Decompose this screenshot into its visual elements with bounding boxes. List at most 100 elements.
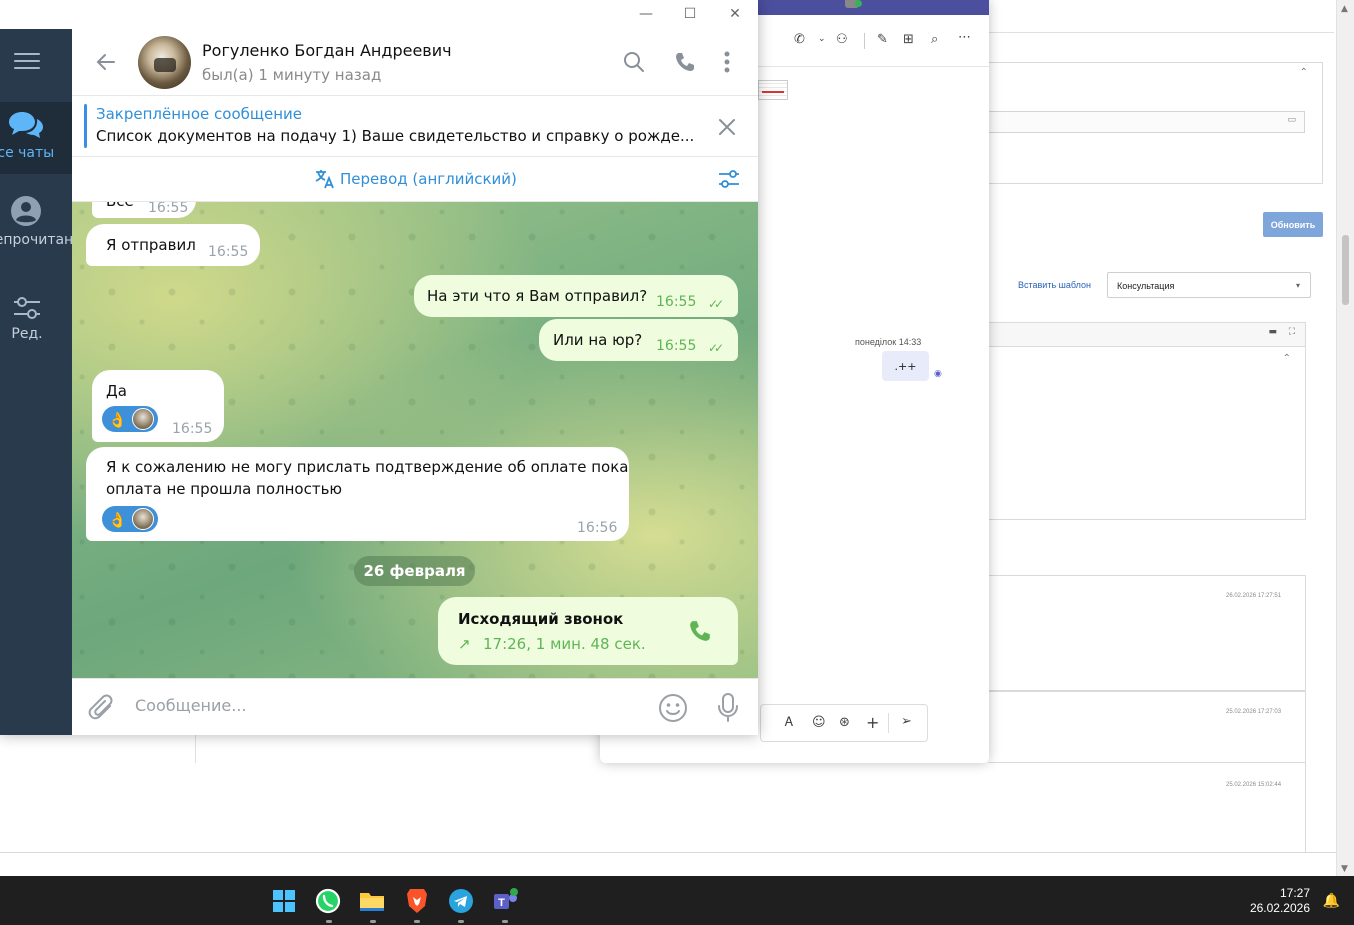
- back-arrow-icon[interactable]: [94, 50, 118, 74]
- pinned-message[interactable]: Закреплённое сообщение Список документов…: [72, 96, 758, 157]
- chat-title[interactable]: Рогуленко Богдан Андреевич: [202, 41, 452, 60]
- avatar: [132, 508, 154, 530]
- call-back-phone-icon[interactable]: [688, 619, 712, 643]
- message-input[interactable]: Сообщение...: [135, 696, 247, 715]
- format-icon[interactable]: Ꭺ: [785, 715, 794, 730]
- translate-bar[interactable]: Перевод (английский): [72, 157, 758, 202]
- seen-icon: ◉: [934, 369, 942, 379]
- translate-label[interactable]: Перевод (английский): [340, 170, 517, 188]
- running-indicator: [326, 920, 332, 923]
- message-time: 16:55: [172, 421, 213, 437]
- send-icon[interactable]: ➢: [901, 714, 912, 729]
- microphone-icon[interactable]: [716, 692, 740, 724]
- user-icon: [11, 196, 41, 226]
- insert-template-link[interactable]: Вставить шаблон: [1018, 280, 1091, 290]
- folder-unread[interactable]: Непрочитано: [0, 187, 82, 277]
- message-incoming[interactable]: Все 16:55: [92, 202, 196, 218]
- template-select-value: Консультация: [1117, 281, 1175, 291]
- message-bubble[interactable]: .++: [882, 351, 929, 381]
- reaction-badge[interactable]: 👌: [102, 406, 158, 432]
- folder-all-chats[interactable]: Все чаты: [0, 102, 72, 174]
- message-time: 16:55: [148, 202, 189, 216]
- notification-bell-icon[interactable]: 🔔: [1323, 893, 1340, 909]
- message-text: Я к сожалению не могу прислать подтвержд…: [106, 458, 629, 476]
- divider: [864, 33, 865, 49]
- call-details: 17:26, 1 мин. 48 сек.: [483, 635, 646, 653]
- running-indicator: [458, 920, 464, 923]
- emoji-icon[interactable]: ☺: [812, 715, 826, 730]
- divider: [888, 713, 889, 733]
- whatsapp-icon[interactable]: [313, 886, 343, 916]
- collapse-icon[interactable]: ⌃: [1300, 67, 1308, 78]
- close-icon[interactable]: ✕: [724, 4, 746, 24]
- message-incoming[interactable]: Я к сожалению не могу прислать подтвержд…: [86, 447, 629, 541]
- message-incoming[interactable]: Я отправил 16:55: [86, 224, 260, 266]
- more-vertical-icon[interactable]: [723, 51, 731, 73]
- clock-time: 17:27: [1279, 886, 1310, 900]
- message-outgoing[interactable]: Или на юр? 16:55 ✓✓: [539, 319, 738, 361]
- more-icon[interactable]: ⋯: [958, 30, 971, 45]
- running-indicator: [502, 920, 508, 923]
- fullscreen-icon[interactable]: ⛶: [1289, 327, 1295, 337]
- message-text: Или на юр?: [553, 331, 643, 349]
- phone-icon[interactable]: [674, 51, 696, 73]
- teams-compose-box[interactable]: Ꭺ ☺ ⊛ + ➢: [760, 704, 928, 742]
- telegram-window: — ☐ ✕ Все чаты Непрочитано: [0, 0, 758, 735]
- close-icon[interactable]: [717, 117, 737, 137]
- telegram-icon[interactable]: [446, 886, 476, 916]
- message-text: На эти что я Вам отправил?: [427, 287, 648, 305]
- crm-date-input[interactable]: ▭: [989, 111, 1305, 133]
- reaction-badge[interactable]: 👌: [102, 506, 158, 532]
- apps-icon[interactable]: ⊞: [903, 32, 914, 47]
- chevron-down-icon: ▾: [1295, 281, 1300, 290]
- folder-edit[interactable]: Ред.: [0, 287, 72, 347]
- collapse-icon[interactable]: ⌃: [1283, 353, 1291, 364]
- add-people-icon[interactable]: ⚇: [836, 32, 848, 47]
- crm-panel: ⌃ ▭: [989, 62, 1323, 184]
- message-composer: Сообщение...: [72, 678, 758, 735]
- hamburger-menu-icon[interactable]: [14, 53, 40, 71]
- keyboard-icon[interactable]: ▬: [1268, 327, 1277, 337]
- sticker-icon[interactable]: ⊛: [839, 715, 850, 730]
- ok-hand-emoji: 👌: [108, 411, 127, 429]
- page-scrollbar[interactable]: ▲ ▼: [1336, 0, 1354, 876]
- outgoing-arrow-icon: ↗: [458, 635, 471, 653]
- chevron-down-icon[interactable]: ⌄: [818, 34, 826, 44]
- search-icon[interactable]: ⌕: [931, 32, 938, 47]
- avatar[interactable]: [138, 36, 191, 89]
- brave-icon[interactable]: [402, 886, 432, 916]
- message-incoming[interactable]: Да 👌 16:55: [92, 370, 224, 442]
- search-icon[interactable]: [623, 51, 645, 73]
- minimize-icon[interactable]: —: [635, 4, 657, 24]
- scroll-down-icon[interactable]: ▼: [1341, 864, 1348, 874]
- translate-settings-icon[interactable]: [717, 168, 741, 190]
- ok-hand-emoji: 👌: [108, 511, 127, 529]
- emoji-icon[interactable]: [658, 693, 688, 723]
- plus-icon[interactable]: +: [866, 713, 879, 732]
- scrollbar-thumb[interactable]: [1342, 235, 1349, 305]
- attach-icon[interactable]: [88, 693, 116, 723]
- call-message[interactable]: Исходящий звонок ↗ 17:26, 1 мин. 48 сек.: [438, 597, 738, 665]
- update-button[interactable]: Обновить: [1263, 212, 1323, 237]
- scroll-up-icon[interactable]: ▲: [1341, 4, 1348, 14]
- phone-icon[interactable]: ✆: [794, 32, 805, 47]
- file-explorer-icon[interactable]: [357, 886, 387, 916]
- crm-editor-toolbar: ▬ ⛶: [989, 323, 1305, 347]
- maximize-icon[interactable]: ☐: [679, 4, 701, 24]
- teams-icon[interactable]: T: [490, 886, 520, 916]
- divider: [195, 735, 196, 763]
- calendar-icon[interactable]: ▭: [1287, 115, 1296, 125]
- crm-editor[interactable]: ▬ ⛶ ⌃: [989, 322, 1306, 520]
- document-thumbnail[interactable]: [758, 80, 788, 100]
- system-clock[interactable]: 17:27 26.02.2026: [1250, 886, 1310, 916]
- windows-start-icon[interactable]: [269, 886, 299, 916]
- pinned-title: Закреплённое сообщение: [96, 105, 303, 123]
- read-checkmarks-icon: ✓✓: [708, 297, 724, 311]
- template-select[interactable]: Консультация ▾: [1107, 272, 1311, 298]
- pinned-text: Список документов на подачу 1) Ваше свид…: [96, 127, 695, 145]
- edit-icon[interactable]: ✎: [877, 32, 888, 47]
- message-list[interactable]: Все 16:55 Я отправил 16:55 На эти что я …: [72, 202, 758, 678]
- running-indicator: [370, 920, 376, 923]
- message-outgoing[interactable]: На эти что я Вам отправил? 16:55 ✓✓: [414, 275, 738, 317]
- status-check-icon: [855, 0, 862, 7]
